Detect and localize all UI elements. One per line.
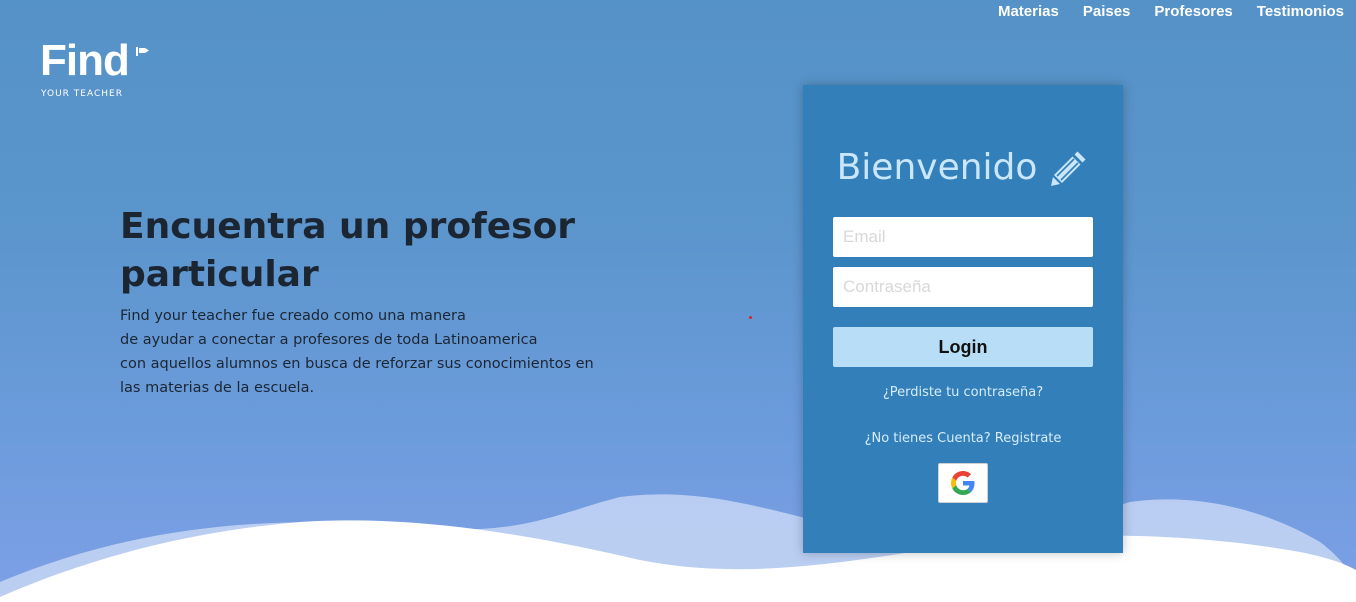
hero-description-line: de ayudar a conectar a profesores de tod…: [120, 332, 538, 348]
login-button[interactable]: Login: [833, 327, 1093, 367]
email-field[interactable]: [833, 217, 1093, 257]
logo[interactable]: Find YOUR TEACHER: [40, 39, 152, 101]
logo-wordmark: Find: [40, 36, 130, 85]
hero-description-line: las materias de la escuela.: [120, 380, 315, 396]
google-icon: [951, 471, 975, 495]
register-link[interactable]: ¿No tienes Cuenta? Registrate: [803, 431, 1123, 446]
nav-item-testimonios[interactable]: Testimonios: [1257, 3, 1344, 20]
login-title: Bienvenido: [803, 147, 1123, 188]
nav-item-profesores[interactable]: Profesores: [1154, 3, 1232, 20]
nav-item-paises[interactable]: Paises: [1083, 3, 1131, 20]
password-field[interactable]: [833, 267, 1093, 307]
hero-description-line: Find your teacher fue creado como una ma…: [120, 308, 466, 324]
logo-pencil-icon: [136, 47, 149, 56]
landing-page: Materias Paises Profesores Testimonios F…: [0, 0, 1356, 602]
logo-tagline: YOUR TEACHER: [41, 89, 123, 99]
nav-item-materias[interactable]: Materias: [998, 3, 1059, 20]
stray-dot: [749, 316, 752, 319]
login-title-text: Bienvenido: [836, 147, 1038, 188]
google-login-button[interactable]: [938, 463, 988, 503]
hero-description: Find your teacher fue creado como una ma…: [120, 304, 600, 400]
pencil-icon: [1051, 151, 1086, 186]
top-nav: Materias Paises Profesores Testimonios: [998, 3, 1344, 20]
hero-description-line: con aquellos alumnos en busca de reforza…: [120, 356, 594, 372]
login-card: Bienvenido Login ¿Perdiste tu contraseña…: [803, 85, 1123, 553]
wave-decoration: [0, 494, 1356, 602]
forgot-password-link[interactable]: ¿Perdiste tu contraseña?: [803, 385, 1123, 400]
hero-title: Encuentra un profesor particular: [120, 206, 576, 295]
